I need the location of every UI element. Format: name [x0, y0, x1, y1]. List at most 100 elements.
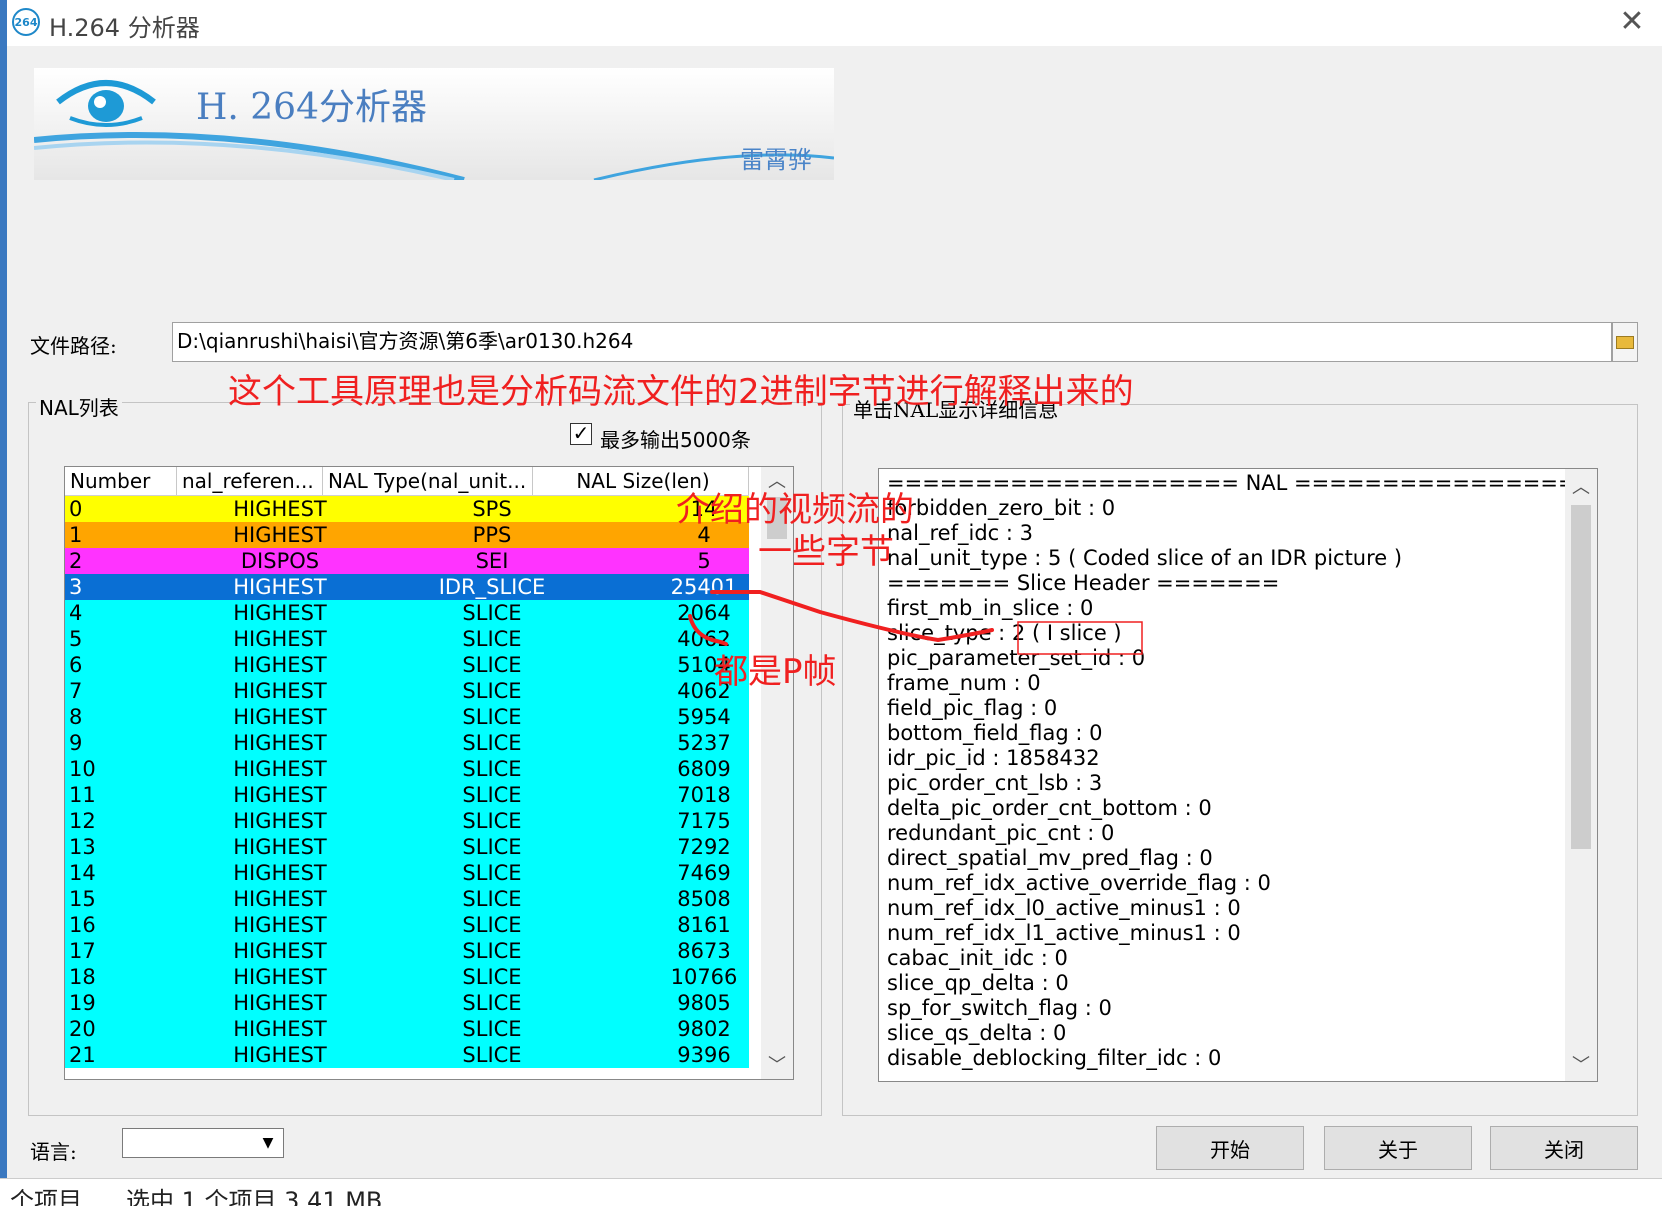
column-header-nal-ref[interactable]: nal_referen...	[177, 467, 323, 495]
cell-number: 4	[69, 601, 83, 625]
cell-number: 19	[69, 991, 96, 1015]
detail-line: pic_parameter_set_id : 0	[887, 646, 1146, 670]
detail-line: frame_num : 0	[887, 671, 1041, 695]
table-row[interactable]: 14 HIGHEST SLICE 7469	[65, 860, 749, 886]
cell-nal-type: IDR_SLICE	[438, 575, 546, 599]
detail-line: num_ref_idx_active_override_flag : 0	[887, 871, 1271, 895]
cell-number: 6	[69, 653, 83, 677]
column-header-nal-type[interactable]: NAL Type(nal_unit...	[323, 467, 533, 495]
browse-button[interactable]	[1612, 322, 1638, 362]
detail-line: slice_qp_delta : 0	[887, 971, 1069, 995]
cell-number: 10	[69, 757, 96, 781]
cell-nal-ref: HIGHEST	[233, 939, 327, 963]
detail-line: sp_for_switch_flag : 0	[887, 996, 1112, 1020]
table-row[interactable]: 4 HIGHEST SLICE 2064	[65, 600, 749, 626]
cell-number: 13	[69, 835, 96, 859]
cell-number: 17	[69, 939, 96, 963]
table-row[interactable]: 20 HIGHEST SLICE 9802	[65, 1016, 749, 1042]
cell-nal-type: SLICE	[462, 835, 522, 859]
detail-line: forbidden_zero_bit : 0	[887, 496, 1116, 520]
column-header-number[interactable]: Number	[65, 467, 177, 495]
detail-line: disable_deblocking_filter_idc : 0	[887, 1046, 1222, 1070]
table-row[interactable]: 13 HIGHEST SLICE 7292	[65, 834, 749, 860]
table-row[interactable]: 15 HIGHEST SLICE 8508	[65, 886, 749, 912]
cell-nal-type: SLICE	[462, 965, 522, 989]
cell-number: 12	[69, 809, 96, 833]
close-window-button[interactable]: ✕	[1614, 4, 1650, 40]
cell-nal-ref: HIGHEST	[233, 1043, 327, 1067]
chevron-down-icon[interactable]: ▼	[254, 1130, 282, 1156]
detail-line: first_mb_in_slice : 0	[887, 596, 1094, 620]
cell-nal-type: SLICE	[462, 1043, 522, 1067]
cell-nal-type: SLICE	[462, 939, 522, 963]
cell-number: 2	[69, 549, 83, 573]
scroll-up-icon[interactable]: ︿	[1565, 473, 1597, 499]
table-row[interactable]: 7 HIGHEST SLICE 4062	[65, 678, 749, 704]
max-output-label: 最多输出5000条	[600, 428, 751, 452]
table-row[interactable]: 19 HIGHEST SLICE 9805	[65, 990, 749, 1016]
detail-lines: ==================== NAL ===============…	[887, 471, 1597, 1071]
cell-number: 7	[69, 679, 83, 703]
table-row[interactable]: 12 HIGHEST SLICE 7175	[65, 808, 749, 834]
cell-nal-type: SPS	[472, 497, 512, 521]
cell-number: 8	[69, 705, 83, 729]
cell-nal-ref: HIGHEST	[233, 653, 327, 677]
app-icon: 264	[12, 8, 40, 36]
cell-nal-ref: HIGHEST	[233, 991, 327, 1015]
table-row[interactable]: 18 HIGHEST SLICE 10766	[65, 964, 749, 990]
cell-number: 9	[69, 731, 83, 755]
start-button[interactable]: 开始	[1156, 1126, 1304, 1170]
detail-scrollbar[interactable]: ︿ ﹀	[1565, 469, 1597, 1081]
language-label: 语言:	[30, 1140, 77, 1164]
cell-number: 15	[69, 887, 96, 911]
cell-number: 3	[69, 575, 83, 599]
cell-nal-ref: HIGHEST	[233, 809, 327, 833]
annotation-p-frames: 都是P帧	[714, 652, 837, 692]
item-count: 个项目	[10, 1187, 82, 1206]
banner-title: H. 264分析器	[196, 87, 427, 128]
explorer-status-strip: 个项目 选中 1 个项目 3.41 MB	[0, 1178, 1662, 1206]
table-row[interactable]: 16 HIGHEST SLICE 8161	[65, 912, 749, 938]
detail-line: slice_qs_delta : 0	[887, 1021, 1067, 1045]
cell-nal-type: SLICE	[462, 1017, 522, 1041]
cell-nal-ref: HIGHEST	[233, 601, 327, 625]
close-button[interactable]: 关闭	[1490, 1126, 1638, 1170]
scroll-down-icon[interactable]: ﹀	[761, 1051, 793, 1077]
cell-nal-ref: HIGHEST	[233, 1017, 327, 1041]
scroll-down-icon[interactable]: ﹀	[1565, 1051, 1597, 1077]
nal-list[interactable]: Number nal_referen... NAL Type(nal_unit.…	[64, 466, 794, 1080]
title-bar: 264 H.264 分析器 ✕	[7, 0, 1662, 46]
cell-nal-ref: HIGHEST	[233, 575, 327, 599]
cell-number: 5	[69, 627, 83, 651]
table-row[interactable]: 21 HIGHEST SLICE 9396	[65, 1042, 749, 1068]
detail-line: pic_order_cnt_lsb : 3	[887, 771, 1103, 795]
cell-nal-ref: HIGHEST	[233, 913, 327, 937]
cell-nal-ref: HIGHEST	[233, 523, 327, 547]
table-row[interactable]: 2 DISPOS SEI 5	[65, 548, 749, 574]
table-row[interactable]: 5 HIGHEST SLICE 4062	[65, 626, 749, 652]
table-row[interactable]: 10 HIGHEST SLICE 6809	[65, 756, 749, 782]
file-path-input[interactable]: D:\qianrushi\haisi\官方资源\第6季\ar0130.h264	[172, 322, 1612, 362]
table-row[interactable]: 1 HIGHEST PPS 4	[65, 522, 749, 548]
table-row[interactable]: 9 HIGHEST SLICE 5237	[65, 730, 749, 756]
scroll-thumb[interactable]	[1571, 505, 1591, 849]
cell-nal-type: SLICE	[462, 887, 522, 911]
about-button[interactable]: 关于	[1324, 1126, 1472, 1170]
cell-nal-ref: HIGHEST	[233, 627, 327, 651]
table-row[interactable]: 8 HIGHEST SLICE 5954	[65, 704, 749, 730]
table-row[interactable]: 11 HIGHEST SLICE 7018	[65, 782, 749, 808]
detail-line: direct_spatial_mv_pred_flag : 0	[887, 846, 1213, 870]
cell-nal-type: SLICE	[462, 861, 522, 885]
table-row[interactable]: 3 HIGHEST IDR_SLICE 25401	[65, 574, 749, 600]
cell-nal-ref: DISPOS	[240, 549, 320, 573]
detail-line: delta_pic_order_cnt_bottom : 0	[887, 796, 1212, 820]
max-output-checkbox[interactable]: ✓	[570, 423, 592, 445]
cell-nal-type: SLICE	[462, 731, 522, 755]
detail-line: nal_unit_type : 5 ( Coded slice of an ID…	[887, 546, 1403, 570]
language-select[interactable]: ▼	[122, 1128, 284, 1158]
table-row[interactable]: 0 HIGHEST SPS 14	[65, 496, 749, 522]
table-row[interactable]: 6 HIGHEST SLICE 5104	[65, 652, 749, 678]
detail-line: idr_pic_id : 1858432	[887, 746, 1100, 770]
table-row[interactable]: 17 HIGHEST SLICE 8673	[65, 938, 749, 964]
nal-detail-panel[interactable]: ==================== NAL ===============…	[878, 468, 1598, 1082]
